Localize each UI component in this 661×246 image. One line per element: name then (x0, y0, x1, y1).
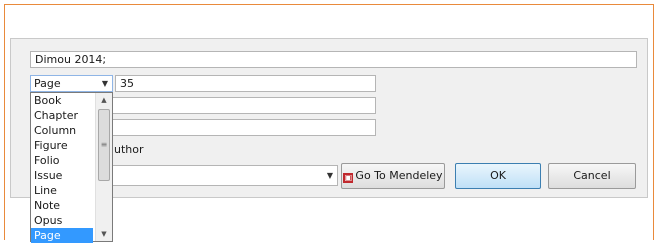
chevron-down-icon[interactable]: ▼ (96, 227, 112, 241)
dropdown-option-chapter[interactable]: Chapter (31, 108, 93, 123)
dropdown-scrollbar[interactable]: ▲ ≡ ▼ (95, 93, 112, 241)
chevron-down-icon: ▼ (101, 79, 108, 88)
chevron-up-icon[interactable]: ▲ (96, 93, 112, 107)
dropdown-option-book[interactable]: Book (31, 93, 93, 108)
locator-value-text: 35 (120, 77, 134, 90)
dropdown-option-column[interactable]: Column (31, 123, 93, 138)
dropdown-option-opus[interactable]: Opus (31, 213, 93, 228)
suffix-field[interactable] (112, 119, 376, 136)
go-to-mendeley-button[interactable]: ▣ Go To Mendeley (341, 163, 445, 189)
dropdown-option-note[interactable]: Note (31, 198, 93, 213)
mendeley-logo-icon: ▣ (343, 173, 354, 183)
locator-type-dropdown[interactable]: Book Chapter Column Figure Folio Issue L… (30, 92, 113, 243)
style-combo[interactable]: ▼ (112, 165, 338, 186)
grip-icon: ≡ (100, 140, 108, 149)
dropdown-option-folio[interactable]: Folio (31, 153, 93, 168)
locator-type-value: Page (34, 77, 61, 90)
suppress-author-label[interactable]: uthor (114, 143, 144, 157)
dropdown-option-issue[interactable]: Issue (31, 168, 93, 183)
ok-label: OK (490, 169, 506, 182)
dropdown-option-figure[interactable]: Figure (31, 138, 93, 153)
citation-text-field[interactable]: Dimou 2014; (30, 51, 637, 68)
dropdown-option-page[interactable]: Page (31, 228, 93, 243)
cancel-button[interactable]: Cancel (548, 163, 636, 189)
cancel-label: Cancel (573, 169, 611, 182)
dropdown-options: Book Chapter Column Figure Folio Issue L… (31, 93, 93, 243)
locator-type-select[interactable]: Page ▼ (30, 75, 113, 92)
locator-value-field[interactable]: 35 (115, 75, 376, 92)
ok-button[interactable]: OK (455, 163, 541, 189)
go-to-mendeley-label: Go To Mendeley (355, 169, 443, 182)
dropdown-option-line[interactable]: Line (31, 183, 93, 198)
prefix-field[interactable] (112, 97, 376, 114)
scrollbar-thumb[interactable]: ≡ (98, 109, 110, 181)
chevron-down-icon: ▼ (326, 171, 333, 180)
citation-text: Dimou 2014; (35, 53, 107, 66)
